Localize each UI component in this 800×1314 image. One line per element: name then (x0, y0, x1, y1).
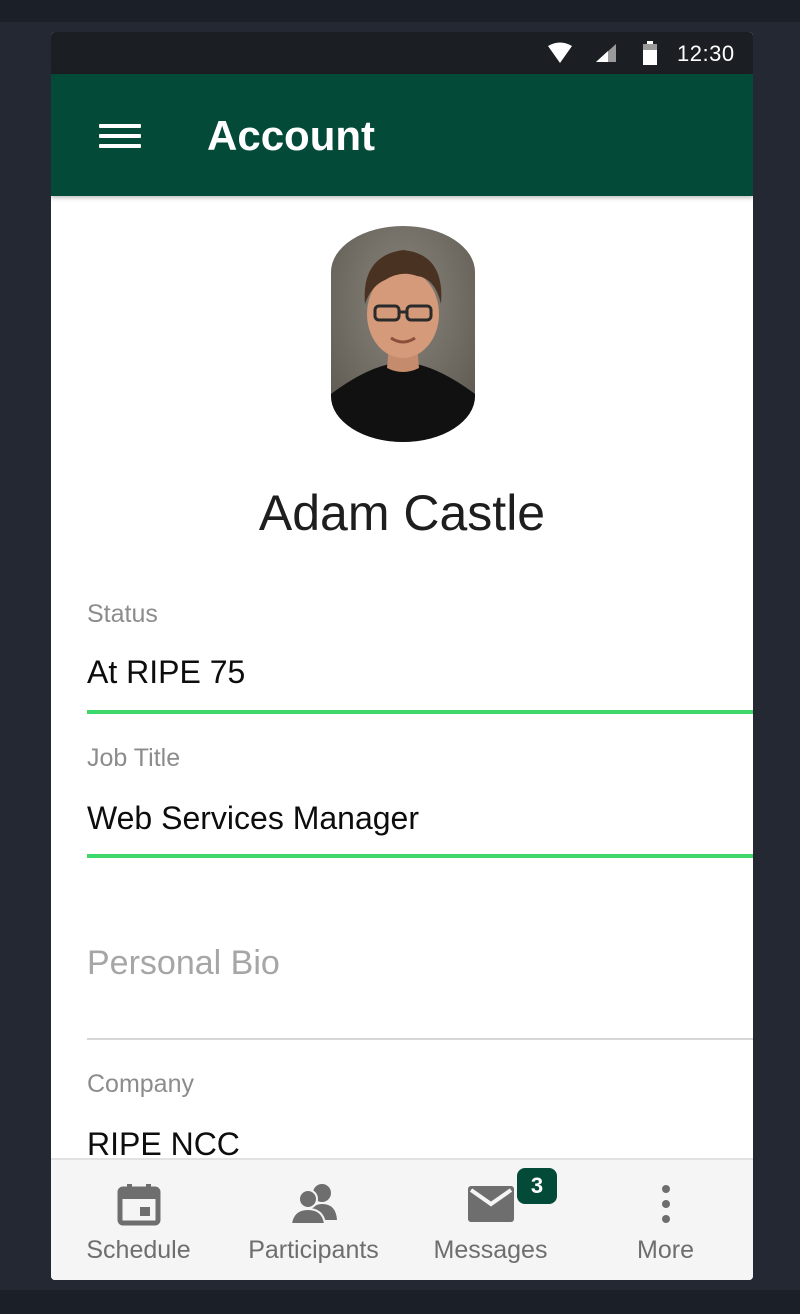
nav-schedule-label: Schedule (86, 1236, 191, 1264)
wifi-icon (548, 42, 572, 63)
status-bar: 12:30 (51, 32, 753, 74)
nav-schedule[interactable]: Schedule (51, 1160, 226, 1280)
menu-icon[interactable] (95, 118, 145, 154)
phone-screen: 12:30 Account Adam Castle Status At RIPE… (51, 32, 753, 1280)
job-title-value[interactable]: Web Services Manager (87, 800, 419, 837)
job-title-label: Job Title (87, 744, 181, 772)
clock-time: 12:30 (677, 41, 735, 66)
messages-badge: 3 (517, 1168, 557, 1204)
nav-more-label: More (637, 1236, 694, 1264)
envelope-icon (468, 1186, 514, 1222)
nav-participants[interactable]: Participants (226, 1160, 401, 1280)
page-title: Account (207, 112, 375, 159)
avatar[interactable] (331, 226, 475, 442)
avatar-photo (331, 226, 475, 442)
battery-icon (643, 41, 657, 65)
participants-icon (290, 1184, 337, 1225)
company-label: Company (87, 1070, 194, 1098)
window-bottom-strip (0, 1290, 800, 1314)
job-title-underline (87, 854, 753, 858)
bio-field[interactable]: Personal Bio (87, 932, 753, 1044)
app-bar: Account (51, 74, 753, 196)
status-underline (87, 710, 753, 714)
job-title-field[interactable]: Job Title Web Services Manager (87, 742, 753, 862)
nav-participants-label: Participants (248, 1236, 379, 1264)
bio-underline (87, 1038, 753, 1040)
bio-placeholder[interactable]: Personal Bio (87, 944, 280, 983)
bottom-navigation: Schedule Participants Messages More (51, 1158, 753, 1280)
more-vertical-icon (662, 1185, 670, 1223)
nav-more[interactable]: More (578, 1160, 753, 1280)
calendar-icon (117, 1184, 161, 1226)
profile-name: Adam Castle (258, 485, 546, 541)
window-top-strip (0, 0, 800, 22)
status-value[interactable]: At RIPE 75 (87, 654, 245, 691)
status-field[interactable]: Status At RIPE 75 (87, 598, 753, 718)
status-label: Status (87, 600, 158, 628)
nav-messages-label: Messages (433, 1236, 548, 1264)
signal-icon (596, 44, 616, 62)
company-field[interactable]: Company RIPE NCC (87, 1068, 753, 1168)
